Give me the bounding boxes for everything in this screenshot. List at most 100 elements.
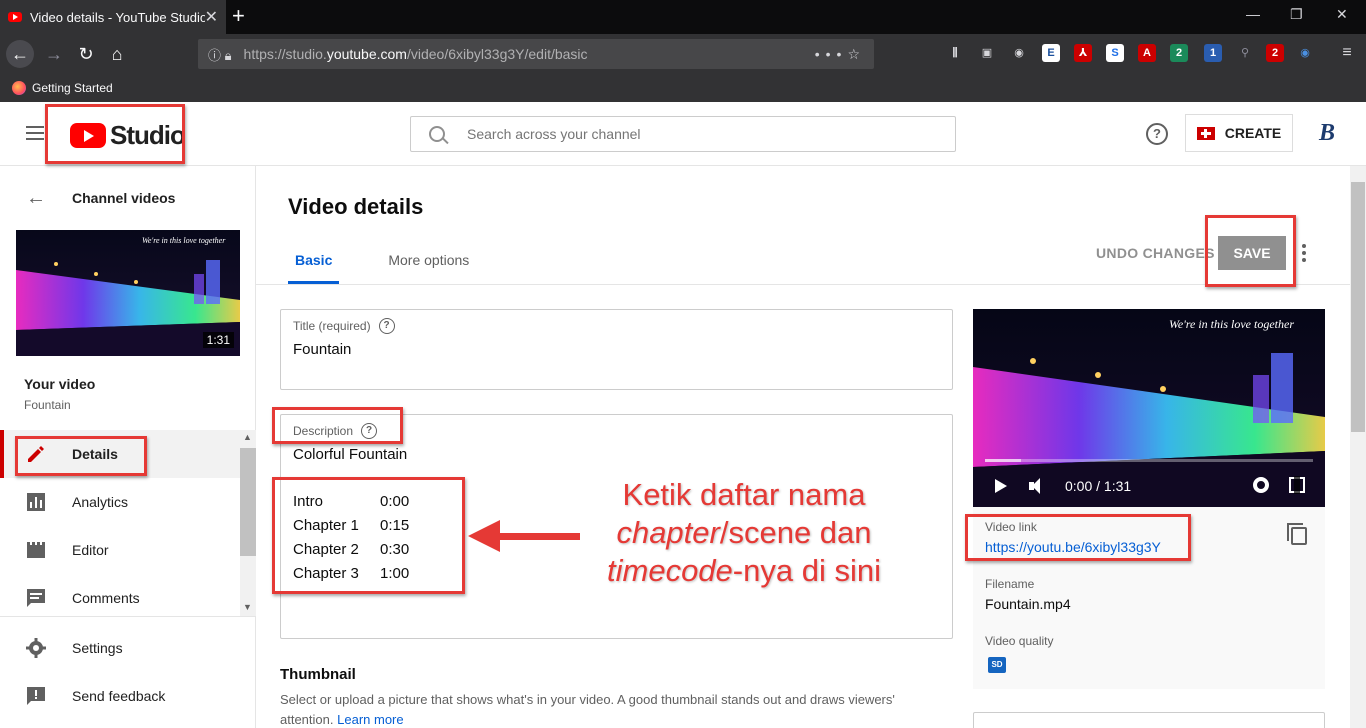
title-value[interactable]: Fountain (293, 341, 351, 358)
chapter-row: Chapter 2 0:30 (293, 541, 410, 558)
sidebar: ← Channel videos We're in this love toge… (0, 166, 256, 728)
sidebar-item-label: Details (72, 446, 118, 462)
extension-icon[interactable]: E (1042, 44, 1060, 62)
your-video-label: Your video (24, 376, 96, 392)
sidebar-bottom-menu: Settings Send feedback (0, 624, 256, 720)
hamburger-menu-icon[interactable] (26, 126, 44, 140)
fullscreen-icon[interactable] (1289, 476, 1305, 494)
sidebar-item-send-feedback[interactable]: Send feedback (0, 672, 256, 720)
help-icon[interactable]: ? (361, 423, 378, 439)
shield-extension-icon[interactable]: 2 (1170, 44, 1188, 62)
studio-logo[interactable]: Studio (70, 120, 186, 151)
sidebar-item-settings[interactable]: Settings (0, 624, 256, 672)
tab-basic[interactable]: Basic (288, 240, 340, 284)
chapter-row: Chapter 1 0:15 (293, 517, 410, 534)
close-tab-icon[interactable]: ✕ (205, 7, 218, 27)
url-bar[interactable]: ⓘ 🔒︎ https://studio.youtube.com/video/6x… (198, 39, 874, 69)
description-first-line[interactable]: Colorful Fountain (293, 446, 407, 463)
back-icon[interactable]: ← (6, 40, 34, 68)
restore-icon[interactable]: ❐ (1290, 6, 1303, 23)
progress-bar[interactable] (985, 459, 1313, 462)
player-controls: 0:00 / 1:31 (973, 471, 1325, 501)
sidebar-menu: Details Analytics Editor Comments (0, 430, 256, 622)
s-extension-icon[interactable]: S (1106, 44, 1124, 62)
video-time: 0:00 / 1:31 (1065, 478, 1132, 494)
pencil-icon (28, 446, 44, 462)
learn-more-link[interactable]: Learn more (337, 712, 403, 727)
sidebar-divider (0, 616, 256, 617)
reload-icon[interactable]: ↻ (72, 40, 100, 68)
chapter-row: Intro 0:00 (293, 493, 410, 510)
window-close-icon[interactable]: ✕ (1336, 6, 1348, 23)
thumb-caption: We're in this love together (142, 236, 226, 245)
sidebar-item-analytics[interactable]: Analytics (0, 478, 256, 526)
browser-navbar: ← → ↻ ⌂ ⓘ 🔒︎ https://studio.youtube.com/… (0, 34, 1366, 74)
create-label: CREATE (1224, 125, 1282, 141)
minimize-icon[interactable]: — (1246, 6, 1260, 22)
circle-extension-icon[interactable]: ◉ (1296, 44, 1314, 62)
main-scrollbar[interactable] (1350, 166, 1366, 728)
avatar[interactable]: B (1312, 120, 1342, 150)
player-settings-icon[interactable] (1253, 477, 1269, 493)
sidebar-item-comments[interactable]: Comments (0, 574, 256, 622)
create-button[interactable]: CREATE (1185, 114, 1293, 152)
copy-icon[interactable] (1287, 523, 1307, 545)
video-link-label: Video link (985, 520, 1037, 534)
undo-changes-button[interactable]: UNDO CHANGES (1086, 236, 1225, 270)
arrow-back-icon: ← (26, 186, 46, 209)
account-icon[interactable]: ◉ (1010, 44, 1028, 62)
save-button[interactable]: SAVE (1218, 236, 1286, 270)
help-icon[interactable]: ? (1146, 123, 1168, 145)
acrobat-extension-icon[interactable]: A (1138, 44, 1156, 62)
tabs-divider (256, 284, 1350, 285)
bookmarks-bar: Getting Started (0, 74, 1366, 102)
key-icon[interactable]: ⚲ (1236, 44, 1254, 62)
video-caption: We're in this love together (1169, 317, 1294, 331)
visibility-card[interactable] (973, 712, 1325, 728)
menu-icon[interactable]: ≡ (1338, 44, 1356, 62)
editor-icon (27, 542, 45, 558)
description-label: Description ? (293, 423, 378, 439)
sidebar-item-editor[interactable]: Editor (0, 526, 256, 574)
new-tab-icon[interactable]: + (232, 4, 245, 28)
tab-more-options[interactable]: More options (381, 240, 476, 284)
filename-label: Filename (985, 577, 1035, 591)
logo-text: Studio (110, 120, 186, 150)
video-player[interactable]: We're in this love together 0:00 / 1:31 (973, 309, 1325, 507)
home-icon[interactable]: ⌂ (103, 40, 131, 68)
glasses-extension-icon[interactable]: 2 (1266, 44, 1284, 62)
main-scrollbar-thumb[interactable] (1351, 182, 1365, 432)
video-link[interactable]: https://youtu.be/6xibyl33g3Y (985, 539, 1161, 555)
thumbnail-description: Select or upload a picture that shows wh… (280, 692, 895, 727)
play-icon[interactable] (995, 479, 1007, 493)
pdf-extension-icon[interactable]: ⅄ (1074, 44, 1092, 62)
title-field[interactable]: Title (required) ? Fountain (280, 309, 953, 390)
m-extension-icon[interactable]: 1 (1204, 44, 1222, 62)
scroll-down-icon[interactable]: ▼ (243, 602, 252, 612)
browser-tabbar: Video details - YouTube Studio ✕ + — ❐ ✕ (0, 0, 1366, 34)
feedback-icon (27, 687, 45, 705)
title-field-label: Title (required) ? (293, 318, 395, 334)
sidebar-icon[interactable]: ▣ (978, 44, 996, 62)
page-actions-icon[interactable]: •••☆ (815, 46, 866, 63)
chapter-list[interactable]: Intro 0:00 Chapter 1 0:15 Chapter 2 0:30 Ch… (293, 490, 409, 586)
browser-tab[interactable]: Video details - YouTube Studio ✕ (0, 0, 226, 34)
annotation-text: Ketik daftar nama chapter/scene dan time… (607, 477, 881, 588)
more-vert-icon[interactable] (1302, 244, 1306, 262)
video-thumbnail[interactable]: We're in this love together 1:31 (16, 230, 240, 356)
channel-videos-link[interactable]: ← Channel videos (0, 186, 256, 210)
sidebar-item-label: Comments (72, 590, 140, 606)
search-box[interactable] (410, 116, 956, 152)
back-label: Channel videos (72, 190, 176, 206)
help-icon[interactable]: ? (378, 318, 395, 334)
library-icon[interactable]: ⫼ (946, 44, 964, 62)
forward-icon[interactable]: → (40, 40, 68, 68)
gear-icon (26, 638, 46, 658)
volume-icon[interactable] (1029, 477, 1049, 495)
bookmark-getting-started[interactable]: Getting Started (32, 81, 113, 95)
scrollbar-thumb[interactable] (240, 448, 256, 556)
sidebar-item-details[interactable]: Details (0, 430, 256, 478)
scroll-up-icon[interactable]: ▲ (243, 432, 252, 442)
sidebar-scrollbar[interactable]: ▲ ▼ (240, 430, 256, 616)
search-input[interactable] (467, 126, 927, 142)
